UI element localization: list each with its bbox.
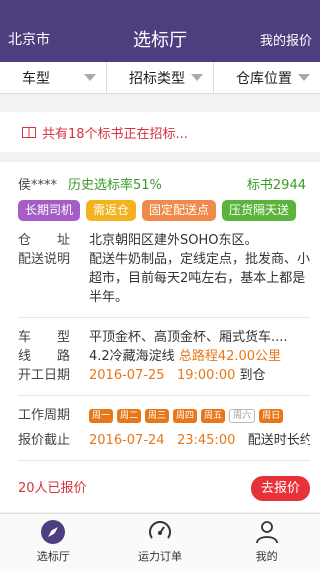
bid-number: 标书2944 — [246, 177, 306, 193]
start-date: 2016-07-25 — [89, 368, 165, 383]
triangle-down-icon — [191, 74, 203, 81]
tag-return-warehouse: 需返仓 — [86, 200, 137, 221]
user-icon — [255, 521, 278, 544]
tag-long-term-driver: 长期司机 — [18, 200, 81, 221]
filter-bar: 车型 招标类型 仓库位置 — [0, 62, 320, 94]
filter-label: 仓库位置 — [236, 70, 292, 87]
tab-capacity-orders[interactable]: 运力订单 — [107, 514, 214, 569]
delivery-duration: 配送时长约1 — [247, 433, 310, 448]
vehicle-value: 平顶金杯、高顶金杯、厢式货车.... — [89, 330, 288, 345]
warehouse-row: 仓 址 北京朝阳区建外SOHO东区。 — [18, 231, 310, 250]
description-value: 配送牛奶制品，定线定点，批发商、小超市，目前每天2吨左右，基本上都是半年。 — [89, 252, 311, 305]
quote-count: 20人已报价 — [18, 480, 87, 496]
filter-vehicle-type[interactable]: 车型 — [0, 62, 107, 93]
work-cycle-row: 工作周期 周一 周二 周三 周四 周五 周六 周日 — [18, 406, 310, 425]
deadline-date: 2016-07-24 — [89, 433, 165, 448]
bidder-name: 侯**** — [18, 177, 58, 193]
deadline-time: 23:45:00 — [176, 433, 236, 448]
start-time: 19:00:00 — [176, 368, 236, 383]
tab-mine[interactable]: 我的 — [213, 514, 320, 569]
description-row: 配送说明 配送牛奶制品，定线定点，批发商、小超市，目前每天2吨左右，基本上都是半… — [18, 250, 310, 307]
deadline-label: 报价截止 — [18, 433, 71, 448]
compass-icon — [41, 520, 66, 544]
tag-fixed-delivery: 固定配送点 — [142, 200, 217, 221]
day-wed: 周三 — [145, 408, 170, 423]
description-label: 配送说明 — [18, 252, 71, 267]
divider — [18, 395, 310, 396]
weekday-list: 周一 周二 周三 周四 周五 周六 周日 — [89, 408, 284, 423]
route-label: 线 路 — [18, 349, 71, 364]
route-row: 线 路 4.2冷藏海淀线 总路程42.00公里 — [18, 347, 310, 366]
tab-bid-hall[interactable]: 选标厅 — [0, 514, 107, 569]
warehouse-label: 仓 址 — [18, 233, 71, 248]
city-selector[interactable]: 北京市 — [8, 29, 50, 49]
day-sun: 周日 — [259, 408, 284, 423]
bid-card[interactable]: 侯**** 历史选标率51% 标书2944 长期司机 需返仓 固定配送点 压货隔… — [0, 162, 320, 512]
tab-label: 选标厅 — [36, 550, 70, 563]
my-quote-link[interactable]: 我的报价 — [260, 30, 312, 49]
go-quote-button[interactable]: 去报价 — [250, 475, 310, 501]
start-date-row: 开工日期 2016-07-25 19:00:00 到仓 — [18, 366, 310, 385]
gauge-icon — [149, 521, 171, 539]
vehicle-row: 车 型 平顶金杯、高顶金杯、厢式货车.... — [18, 328, 310, 347]
tag-next-day-delivery: 压货隔天送 — [222, 200, 297, 221]
start-suffix: 到仓 — [239, 368, 266, 383]
deadline-row: 报价截止 2016-07-24 23:45:00 配送时长约1 — [18, 431, 310, 450]
route-value: 4.2冷藏海淀线 — [89, 349, 175, 364]
tab-label: 运力订单 — [138, 550, 182, 563]
tab-label: 我的 — [255, 550, 278, 563]
filter-warehouse-location[interactable]: 仓库位置 — [214, 62, 320, 93]
history-rate: 历史选标率51% — [68, 177, 162, 193]
book-icon — [22, 126, 36, 138]
divider — [18, 317, 310, 318]
vehicle-label: 车 型 — [18, 330, 71, 345]
route-distance: 总路程42.00公里 — [178, 349, 282, 364]
notice-text: 共有18个标书正在招标... — [42, 126, 188, 142]
triangle-down-icon — [298, 74, 310, 81]
day-sat: 周六 — [229, 408, 256, 423]
triangle-down-icon — [84, 74, 96, 81]
day-thu: 周四 — [173, 408, 198, 423]
start-date-label: 开工日期 — [18, 368, 71, 383]
bid-notice[interactable]: 共有18个标书正在招标... — [0, 112, 320, 152]
divider — [18, 460, 310, 461]
day-tue: 周二 — [117, 408, 142, 423]
bottom-tab-bar: 选标厅 运力订单 我的 — [0, 513, 320, 569]
warehouse-value: 北京朝阳区建外SOHO东区。 — [89, 233, 258, 248]
filter-label: 车型 — [22, 70, 50, 87]
filter-bid-type[interactable]: 招标类型 — [107, 62, 214, 93]
filter-label: 招标类型 — [129, 70, 185, 87]
day-fri: 周五 — [201, 408, 226, 423]
tag-list: 长期司机 需返仓 固定配送点 压货隔天送 — [18, 200, 310, 221]
work-cycle-label: 工作周期 — [18, 408, 71, 423]
day-mon: 周一 — [89, 408, 114, 423]
